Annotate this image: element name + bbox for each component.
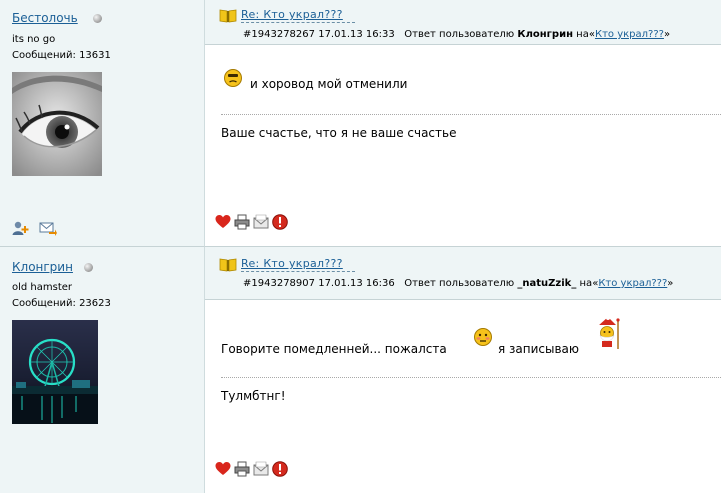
santa-smiley-icon <box>594 316 622 350</box>
book-icon <box>219 257 237 273</box>
post-text-line: и хоровод мой отменили <box>250 77 408 91</box>
author-subtitle: old hamster <box>12 282 73 293</box>
printer-icon[interactable] <box>234 214 250 230</box>
post-id: #1943278907 <box>243 278 316 289</box>
author-name-link[interactable]: Бестолочь <box>12 11 78 25</box>
reply-prefix: Ответ пользователю <box>404 29 515 40</box>
post-meta: #1943278907 17.01.13 16:36 Ответ пользов… <box>243 278 674 289</box>
post-id: #1943278267 <box>243 29 316 40</box>
post-date: 17.01.13 16:33 <box>318 29 395 40</box>
warning-icon[interactable] <box>272 461 288 477</box>
add-user-icon[interactable] <box>12 220 30 236</box>
title-dashed-underline <box>241 271 355 272</box>
reply-link[interactable]: Кто украл??? <box>595 29 664 40</box>
author-panel: Бестолочь its no go Сообщений: 13631 <box>0 0 205 246</box>
signature-divider <box>221 377 721 378</box>
post-title-link[interactable]: Re: Кто украл??? <box>241 257 343 270</box>
on-label: на <box>579 278 593 289</box>
heart-icon[interactable] <box>215 214 231 230</box>
author-panel: Клонгрин old hamster Сообщений: 23623 <box>0 246 205 493</box>
avatar[interactable] <box>12 72 102 176</box>
post-text-line-2: я записываю <box>498 342 580 356</box>
sad-smiley-icon <box>223 68 243 88</box>
post-date: 17.01.13 16:36 <box>318 278 395 289</box>
title-dashed-underline <box>241 22 355 23</box>
book-icon <box>219 8 237 24</box>
post-count-label: Сообщений: <box>12 50 76 61</box>
reply-user: _natuZzik_ <box>517 278 577 289</box>
envelope-icon[interactable] <box>253 461 269 477</box>
reply-prefix: Ответ пользователю <box>404 278 515 289</box>
post-text-part: Говорите помедленней... пожалста <box>221 342 447 356</box>
post-count-value: 23623 <box>79 298 111 309</box>
envelope-arrow-icon[interactable] <box>39 220 57 236</box>
on-label: на <box>576 29 589 40</box>
status-dot-icon <box>84 263 93 272</box>
signature-divider <box>221 114 721 115</box>
forum-post: Клонгрин old hamster Сообщений: 23623 Re… <box>0 246 721 493</box>
post-title-link[interactable]: Re: Кто украл??? <box>241 8 343 21</box>
author-name-link[interactable]: Клонгрин <box>12 260 73 274</box>
post-content: Re: Кто украл??? #1943278907 17.01.13 16… <box>205 246 721 493</box>
post-text-line: Говорите помедленней... пожалста <box>221 342 447 356</box>
author-subtitle: its no go <box>12 34 56 45</box>
post-header: Re: Кто украл??? #1943278267 17.01.13 16… <box>205 0 721 45</box>
avatar[interactable] <box>12 320 98 424</box>
post-header: Re: Кто украл??? #1943278907 17.01.13 16… <box>205 247 721 300</box>
printer-icon[interactable] <box>234 461 250 477</box>
reply-user: Клонгрин <box>517 29 573 40</box>
signature-text: Тулмбтнг! <box>221 389 286 403</box>
signature-text: Ваше счастье, что я не ваше счастье <box>221 126 457 140</box>
reply-link[interactable]: Кто украл??? <box>598 278 667 289</box>
post-meta: #1943278267 17.01.13 16:33 Ответ пользов… <box>243 29 671 40</box>
post-content: Re: Кто украл??? #1943278267 17.01.13 16… <box>205 0 721 246</box>
envelope-icon[interactable] <box>253 214 269 230</box>
author-post-count: Сообщений: 23623 <box>12 298 111 309</box>
forum-post: Бестолочь its no go Сообщений: 13631 Re:… <box>0 0 721 246</box>
post-count-label: Сообщений: <box>12 298 76 309</box>
post-count-value: 13631 <box>79 50 111 61</box>
embarrassed-smiley-icon <box>473 327 493 347</box>
heart-icon[interactable] <box>215 461 231 477</box>
status-dot-icon <box>93 14 102 23</box>
warning-icon[interactable] <box>272 214 288 230</box>
author-post-count: Сообщений: 13631 <box>12 50 111 61</box>
